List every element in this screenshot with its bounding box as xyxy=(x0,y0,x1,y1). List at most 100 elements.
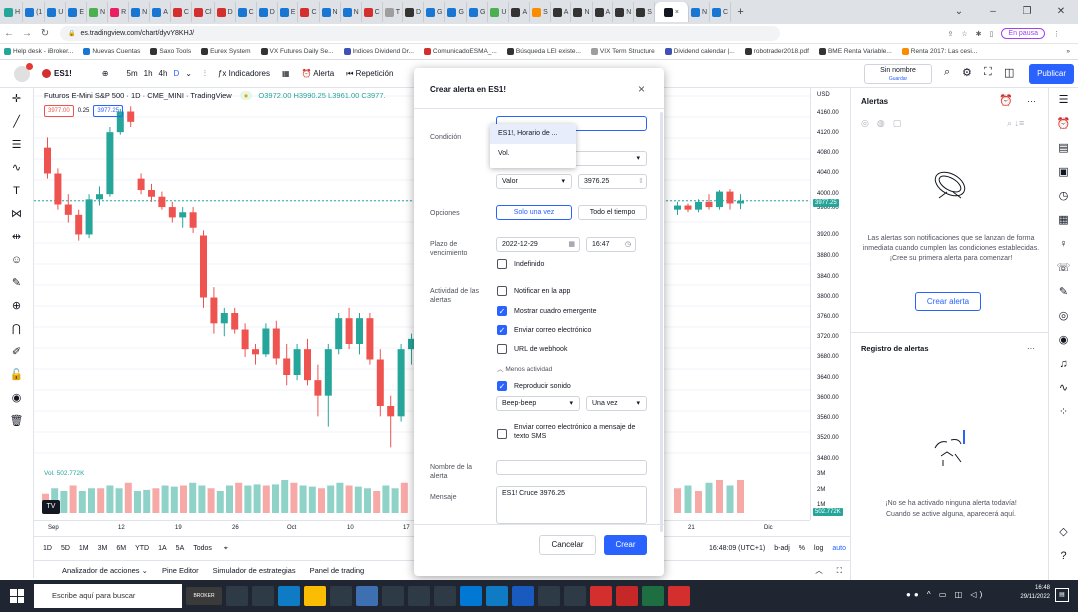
browser-tab[interactable]: G xyxy=(424,2,446,22)
bookmark-item[interactable]: ComunicadoESMA_... xyxy=(423,48,497,55)
browser-tab[interactable]: U xyxy=(488,2,510,22)
star-icon[interactable]: ☆ xyxy=(961,30,967,38)
browser-tab[interactable]: N xyxy=(341,2,362,22)
ideas-icon[interactable]: ▦ xyxy=(1049,208,1078,232)
message-textarea[interactable]: ES1! Cruce 3976.25 xyxy=(496,486,647,524)
zoom-icon[interactable]: ⊕ xyxy=(0,295,33,318)
minimize-icon[interactable]: – xyxy=(976,0,1010,24)
more-bookmarks-icon[interactable]: » xyxy=(1066,48,1070,55)
add-symbol-icon[interactable]: ⊕ xyxy=(102,69,109,78)
chat-icon[interactable]: ☏ xyxy=(1049,256,1078,280)
layout-name-button[interactable]: Sin nombre Guardar xyxy=(864,64,932,84)
app-icon-7[interactable] xyxy=(486,586,508,606)
range-1y[interactable]: 1A xyxy=(158,545,167,552)
browser-tab[interactable]: N xyxy=(87,2,109,22)
back-icon[interactable]: ← xyxy=(0,28,18,39)
bookmark-item[interactable]: Saxo Tools xyxy=(150,48,191,55)
chart-clock[interactable]: 16:48:09 (UTC+1) xyxy=(709,545,765,552)
webhook-checkbox[interactable] xyxy=(497,344,507,354)
extensions-icon[interactable]: ✱ xyxy=(976,30,982,38)
range-3m[interactable]: 3M xyxy=(98,545,108,552)
bookmark-item[interactable]: Nuevas Cuentas xyxy=(83,48,140,55)
ruler-icon[interactable]: ⇹ xyxy=(0,226,33,249)
browser-tab[interactable]: C xyxy=(236,2,257,22)
fib-icon[interactable]: ☰ xyxy=(0,134,33,157)
less-activity-toggle[interactable]: ︿ Menos actividad xyxy=(497,363,552,373)
close-window-icon[interactable]: ✕ xyxy=(1044,0,1078,24)
paused-button[interactable]: En pausa xyxy=(1001,28,1045,39)
value-mode-select[interactable]: Valor ▾ xyxy=(496,174,572,189)
help-icon[interactable]: ? xyxy=(1049,544,1078,568)
edge-icon[interactable] xyxy=(278,586,300,606)
app-icon-9[interactable] xyxy=(564,586,586,606)
indicators-button[interactable]: ƒx Indicadores xyxy=(218,69,270,78)
lock-all-icon[interactable]: 🔓 xyxy=(0,364,33,387)
notifications-icon[interactable]: ♫ xyxy=(1049,352,1078,376)
browser-tab[interactable]: C xyxy=(171,2,192,22)
acrobat-icon[interactable] xyxy=(668,586,690,606)
tab-stock-screener[interactable]: Analizador de acciones ⌄ xyxy=(48,566,148,575)
url-input[interactable]: 🔒 es.tradingview.com/chart/dyvY8KHJ/ xyxy=(60,26,780,41)
browser-tab[interactable]: N xyxy=(613,2,635,22)
dialog-scrollbar[interactable] xyxy=(660,112,663,532)
app-icon-6[interactable] xyxy=(460,586,482,606)
add-alert-icon[interactable]: ⏰ xyxy=(999,94,1013,107)
bookmark-item[interactable]: Eurex System xyxy=(201,48,251,55)
create-alert-button[interactable]: Crear alerta xyxy=(915,292,981,311)
browser-tab[interactable]: U xyxy=(45,2,67,22)
lightbulb-icon[interactable]: ♀ xyxy=(1049,232,1078,256)
log-more-icon[interactable]: ··· xyxy=(1027,344,1035,353)
notes-icon[interactable]: ✎ xyxy=(1049,280,1078,304)
restore-icon[interactable]: ❐ xyxy=(1010,0,1044,24)
bookmark-item[interactable]: VIX Term Structure xyxy=(590,48,655,55)
browser-tab[interactable]: N xyxy=(320,2,341,22)
bookmark-item[interactable]: Búsqueda LEI existe... xyxy=(506,48,581,55)
share-icon[interactable]: ⇪ xyxy=(948,30,954,38)
range-all[interactable]: Todos xyxy=(193,545,212,552)
browser-tab[interactable]: R xyxy=(108,2,130,22)
more-options-icon[interactable]: ··· xyxy=(1027,96,1036,106)
interval-d[interactable]: D xyxy=(173,69,179,78)
pulse-icon[interactable]: ∿ xyxy=(1049,376,1078,400)
browser-tab[interactable]: G xyxy=(467,2,489,22)
browser-tab[interactable]: C xyxy=(710,2,732,22)
expiry-date-input[interactable]: 2022-12-29 ▦ xyxy=(496,237,580,252)
browser-tab[interactable]: N xyxy=(689,2,710,22)
auto-toggle[interactable]: auto xyxy=(832,545,846,552)
interval-dropdown-icon[interactable]: ⌄ xyxy=(185,69,192,78)
snapshot-icon[interactable]: ◫ xyxy=(1004,66,1014,79)
browser-tab[interactable]: S xyxy=(634,2,655,22)
layers-icon[interactable]: ◇ xyxy=(1049,520,1078,544)
sound-select[interactable]: Beep-beep ▾ xyxy=(496,396,580,411)
bookmark-item[interactable]: Renta 2017: Las cesi... xyxy=(901,48,977,55)
new-tab-button[interactable]: + xyxy=(731,2,750,22)
task-view-icon[interactable] xyxy=(226,586,248,606)
trash-icon[interactable]: 🗑 xyxy=(0,410,33,433)
tab-trading-panel[interactable]: Panel de trading xyxy=(310,566,365,575)
browser-tab[interactable]: E xyxy=(278,2,299,22)
range-5y[interactable]: 5A xyxy=(176,545,185,552)
browser-tab[interactable]: T xyxy=(383,2,403,22)
notify-app-checkbox[interactable] xyxy=(497,286,507,296)
dropdown-option-volume[interactable]: Vol. xyxy=(490,144,576,164)
sound-repeat-select[interactable]: Una vez ▾ xyxy=(586,396,647,411)
range-6m[interactable]: 6M xyxy=(116,545,126,552)
app-icon-5[interactable] xyxy=(434,586,456,606)
sell-button[interactable]: 3977.00 xyxy=(44,105,74,117)
broker-app-icon[interactable]: BROKER xyxy=(186,587,222,605)
collapse-panel-icon[interactable]: ︿ xyxy=(815,565,823,576)
trend-line-icon[interactable]: ╱ xyxy=(0,111,33,134)
app-icon-8[interactable] xyxy=(538,586,560,606)
browser-tab[interactable]: C xyxy=(298,2,320,22)
alerts-icon[interactable]: ⏰ xyxy=(1049,112,1078,136)
bookmark-item[interactable]: BME Renta Variable... xyxy=(818,48,892,55)
tab-strategy-tester[interactable]: Simulador de estrategias xyxy=(213,566,296,575)
indefinite-checkbox[interactable] xyxy=(497,259,507,269)
publish-button[interactable]: Publicar xyxy=(1029,64,1074,84)
system-tray-icons[interactable]: ●● ^ ▭ ◫ ◁) xyxy=(906,590,985,599)
forward-icon[interactable]: → xyxy=(18,28,36,39)
chrome-icon[interactable] xyxy=(304,586,326,606)
browser-tab[interactable]: A xyxy=(509,2,531,22)
price-axis[interactable]: USD 4160.00 4120.00 4080.00 4040.00 4000.00 39… xyxy=(810,88,848,520)
windows-start-icon[interactable] xyxy=(10,589,24,603)
